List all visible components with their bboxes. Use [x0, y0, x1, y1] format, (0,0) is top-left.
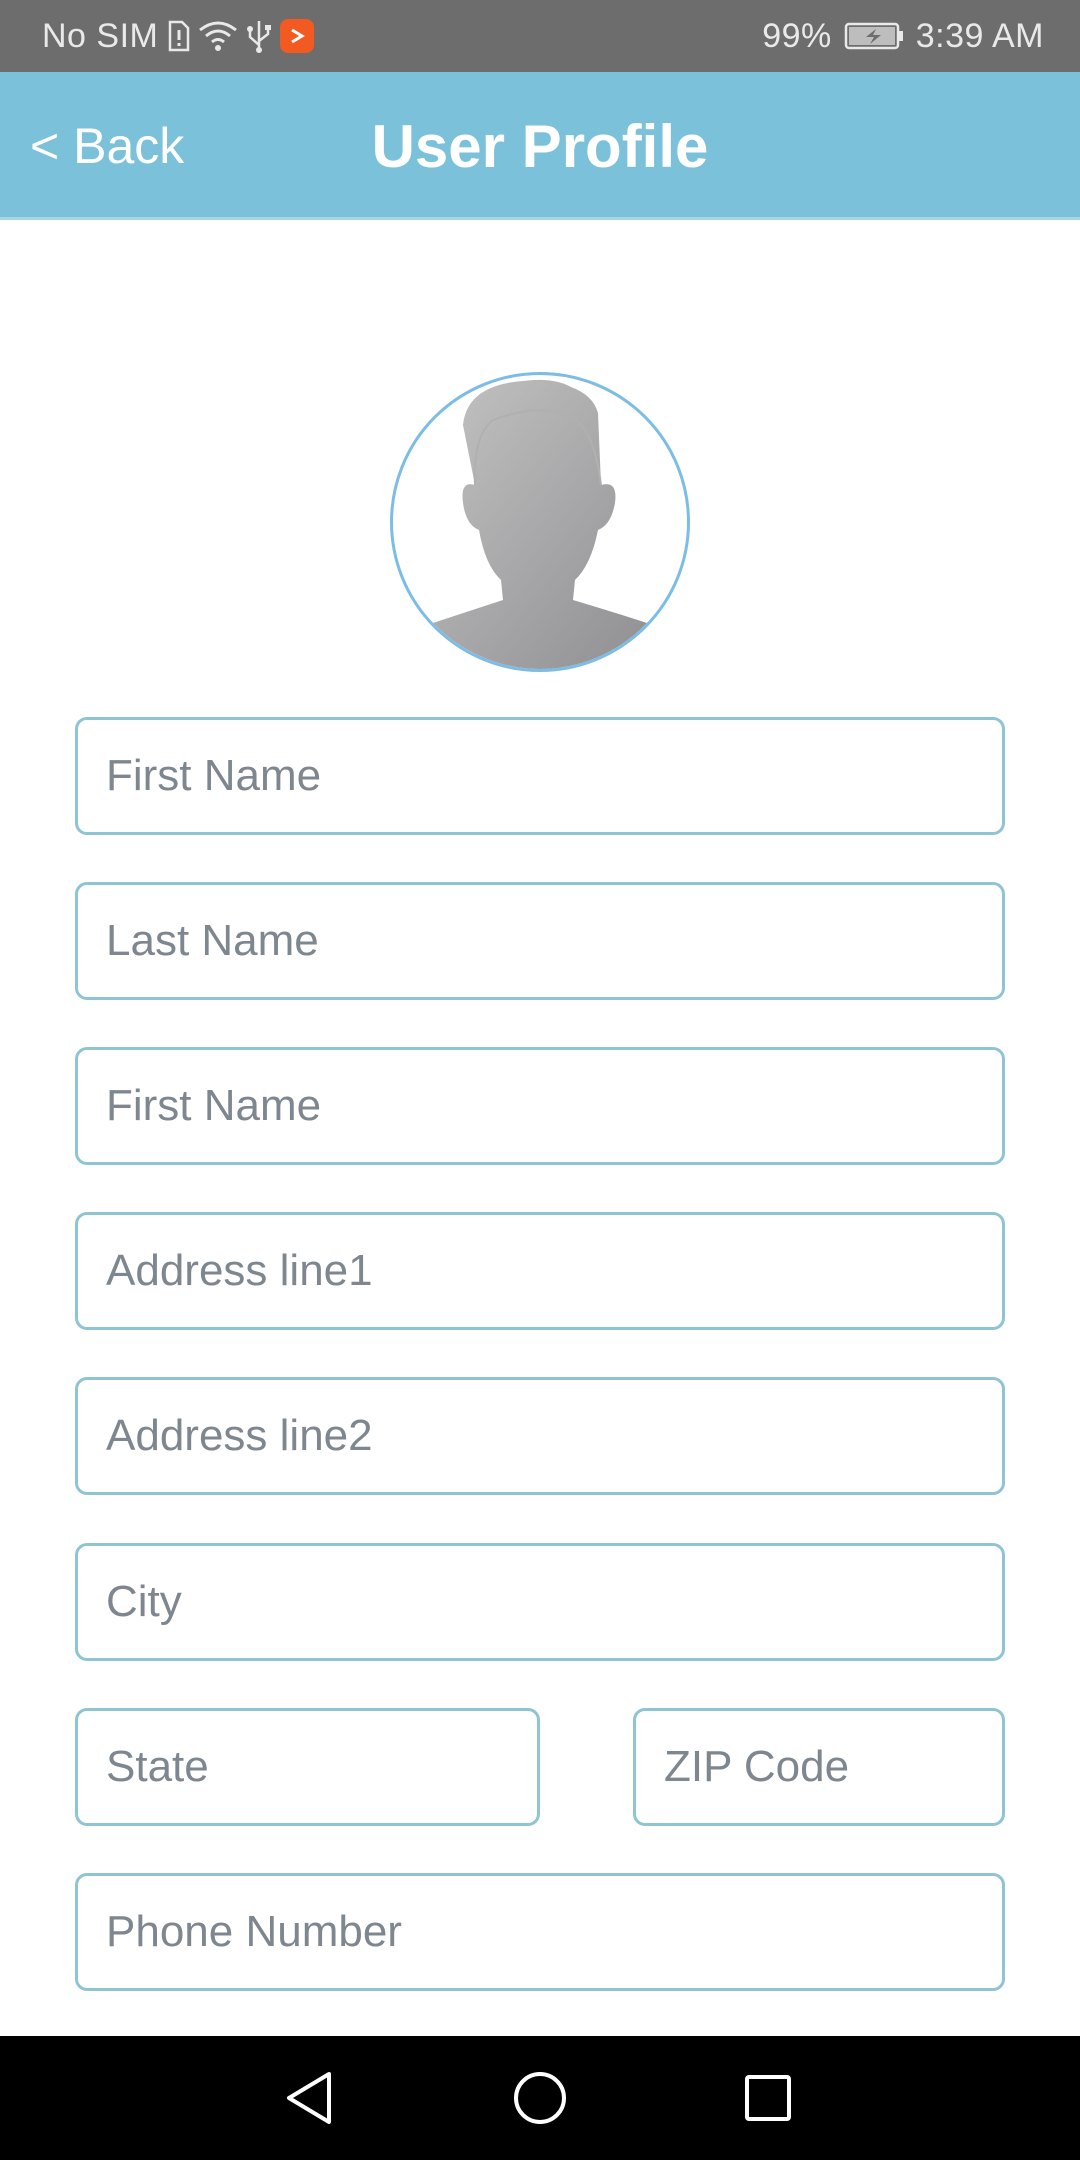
- address-line1-field[interactable]: [75, 1212, 1005, 1330]
- status-bar-left: No SIM: [42, 0, 315, 72]
- nav-back-button[interactable]: [249, 2036, 369, 2160]
- battery-percent: 99%: [762, 16, 832, 55]
- zip-code-input[interactable]: [664, 1742, 1002, 1792]
- wifi-icon: [198, 0, 238, 72]
- first-name-input-2[interactable]: [106, 1081, 1002, 1131]
- home-circle-icon: [514, 2072, 566, 2124]
- zip-code-field[interactable]: [633, 1708, 1005, 1826]
- back-button[interactable]: < Back: [30, 72, 184, 220]
- city-input[interactable]: [106, 1577, 1002, 1627]
- phone-number-input[interactable]: [106, 1907, 1002, 1957]
- state-input[interactable]: [106, 1742, 537, 1792]
- status-bar-right: 99% 3:39 AM: [762, 0, 1044, 72]
- first-name-input[interactable]: [106, 751, 1002, 801]
- phone-number-field[interactable]: [75, 1873, 1005, 1991]
- usb-icon: [246, 0, 272, 72]
- address-line1-input[interactable]: [106, 1246, 1002, 1296]
- clock: 3:39 AM: [915, 16, 1044, 55]
- avatar[interactable]: [390, 372, 690, 672]
- first-name-field-2[interactable]: [75, 1047, 1005, 1165]
- app-header: < Back User Profile: [0, 72, 1080, 220]
- address-line2-field[interactable]: [75, 1377, 1005, 1495]
- carrier-text: No SIM: [42, 16, 159, 55]
- state-field[interactable]: [75, 1708, 540, 1826]
- battery-charging-icon: [844, 0, 904, 72]
- app-notification-icon: [280, 0, 315, 72]
- back-triangle-icon: [287, 2072, 331, 2124]
- first-name-field[interactable]: [75, 717, 1005, 835]
- nav-recents-button[interactable]: [708, 2036, 828, 2160]
- sim-alert-icon: [166, 0, 190, 72]
- nav-home-button[interactable]: [480, 2036, 600, 2160]
- last-name-field[interactable]: [75, 882, 1005, 1000]
- recents-square-icon: [745, 2075, 791, 2121]
- status-bar: No SIM 99% 3:39 AM: [0, 0, 1080, 72]
- address-line2-input[interactable]: [106, 1411, 1002, 1461]
- default-avatar-icon: [425, 379, 655, 669]
- city-field[interactable]: [75, 1543, 1005, 1661]
- last-name-input[interactable]: [106, 916, 1002, 966]
- system-nav-bar: [0, 2036, 1080, 2160]
